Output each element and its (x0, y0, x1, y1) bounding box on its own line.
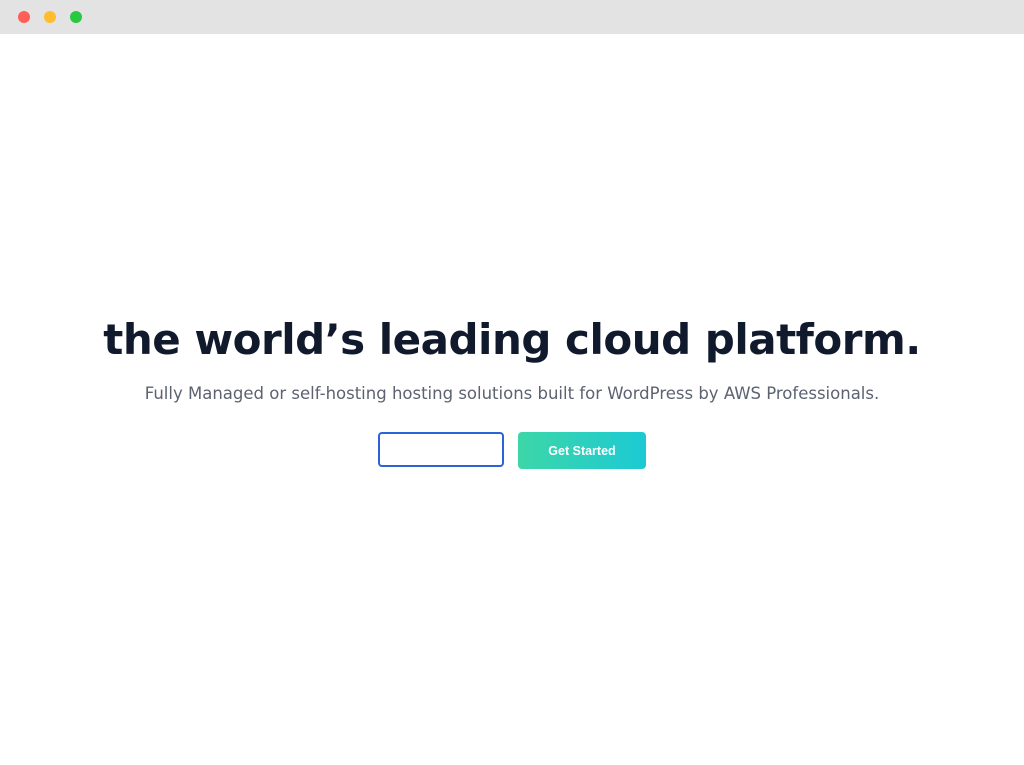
close-window-icon[interactable] (18, 11, 30, 23)
get-started-button[interactable]: Get Started (518, 432, 646, 469)
window-titlebar (0, 0, 1024, 34)
hero-section: the world’s leading cloud platform. Full… (0, 34, 1024, 765)
browser-window: the world’s leading cloud platform. Full… (0, 0, 1024, 765)
minimize-window-icon[interactable] (44, 11, 56, 23)
hero-subtitle: Fully Managed or self-hosting hosting so… (144, 384, 880, 403)
hero-headline: the world’s leading cloud platform. (103, 315, 921, 364)
zoom-window-icon[interactable] (70, 11, 82, 23)
email-input[interactable] (378, 432, 504, 467)
